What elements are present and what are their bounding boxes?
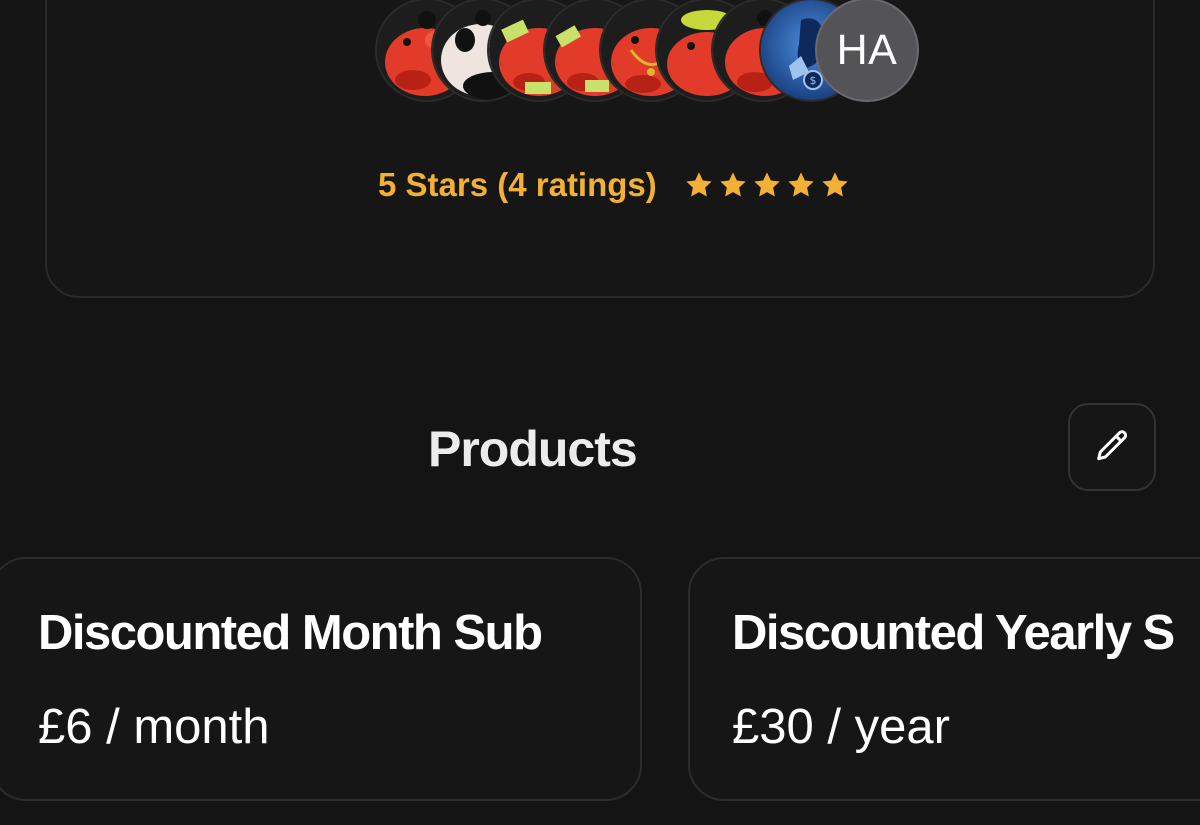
page: $ HA 5 Stars (4 ratings) Products Discou… [0,0,1200,825]
product-card[interactable]: Discounted Yearly S £30 / year [688,557,1200,801]
products-heading: Products [428,421,638,477]
rating-text: 5 Stars (4 ratings) [378,166,657,203]
svg-text:$: $ [810,74,817,87]
star-rating [683,169,851,201]
product-card[interactable]: Discounted Month Sub £6 / month [0,557,642,801]
star-icon [686,172,712,197]
star-icon [720,172,746,197]
pencil-icon [1097,430,1128,461]
star-icon [788,172,814,197]
product-price: £6 / month [38,700,270,754]
members-rating-card: $ HA 5 Stars (4 ratings) [45,0,1155,298]
avatar-initials-text: HA [836,25,898,74]
product-name: Discounted Month Sub [38,606,543,660]
member-initials-avatar: HA [815,0,919,102]
member-avatar-stack[interactable]: $ HA [375,0,935,108]
star-icon [822,172,848,197]
star-icon [754,172,780,197]
product-price: £30 / year [732,700,950,754]
rating-summary: 5 Stars (4 ratings) [378,164,851,206]
edit-products-button[interactable] [1068,403,1156,491]
product-name: Discounted Yearly S [732,606,1175,660]
